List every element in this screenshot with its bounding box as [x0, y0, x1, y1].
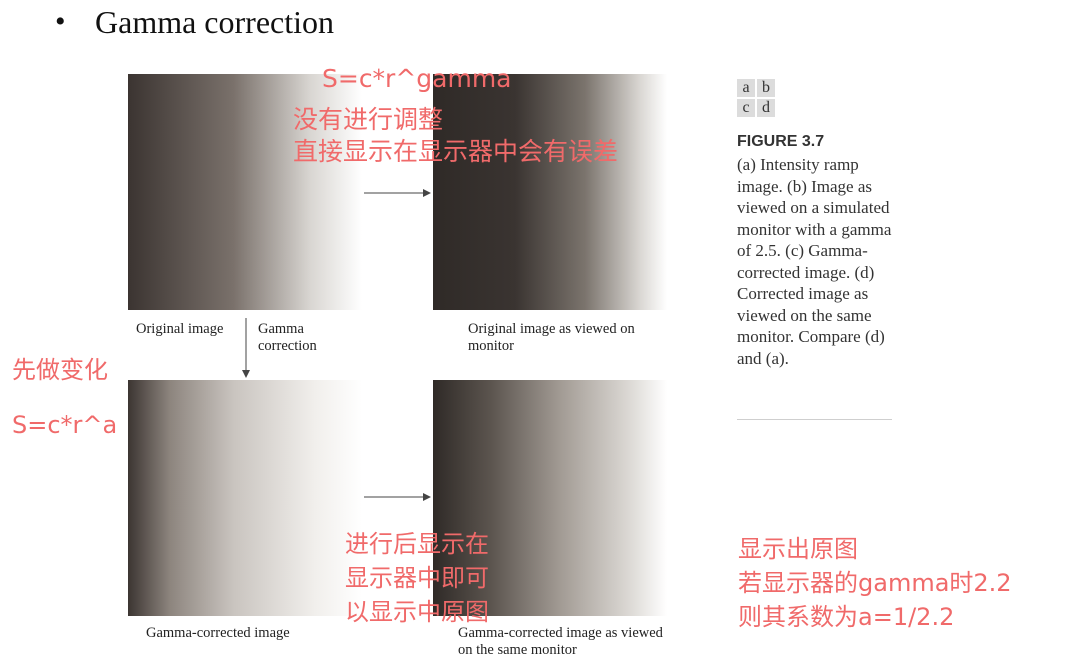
annotation-formula-a: S=c*r^a: [12, 411, 118, 439]
grid-label-a: a: [737, 79, 755, 97]
caption-corrected-on-monitor: Gamma-corrected image as viewed on the s…: [458, 625, 663, 658]
grid-label-d: d: [757, 99, 775, 117]
annotation-line: 若显示器的gamma时2.2: [738, 569, 1012, 597]
annotation-no-adjustment: 没有进行调整 直接显示在显示器中会有误差: [293, 104, 618, 168]
caption-gamma-corrected: Gamma-corrected image: [146, 625, 290, 641]
annotation-line: 直接显示在显示器中会有误差: [293, 137, 619, 166]
caption-original-image: Original image: [136, 321, 224, 337]
annotation-first-transform: 先做变化: [12, 356, 108, 384]
figure-description: (a) Intensity ramp image. (b) Image as v…: [737, 155, 892, 368]
annotation-line: 显示器中即可: [345, 564, 489, 592]
annotation-line: 没有进行调整: [293, 105, 444, 134]
caption-original-on-monitor: Original image as viewed on monitor: [468, 321, 635, 354]
figure-panel-grid: a b c d: [737, 79, 775, 117]
annotation-line: 进行后显示在: [345, 530, 489, 558]
annotation-after-display: 进行后显示在 显示器中即可 以显示中原图: [345, 527, 545, 629]
figure-title: FIGURE 3.7: [737, 133, 825, 150]
panel-gamma-corrected: [128, 380, 362, 616]
bullet: •: [55, 5, 66, 38]
caption-gamma-correction: Gamma correction: [258, 321, 317, 354]
slide-title: Gamma correction: [95, 4, 334, 40]
annotation-formula-gamma: S=c*r^gamma: [322, 64, 512, 93]
annotation-line: 以显示中原图: [345, 598, 489, 626]
annotation-show-original: 显示出原图 若显示器的gamma时2.2 则其系数为a=1/2.2: [738, 532, 1012, 634]
grid-label-c: c: [737, 99, 755, 117]
grid-label-b: b: [757, 79, 775, 97]
figure-divider: [737, 419, 892, 420]
annotation-line: 则其系数为a=1/2.2: [738, 603, 955, 631]
annotation-line: 显示出原图: [738, 535, 858, 563]
